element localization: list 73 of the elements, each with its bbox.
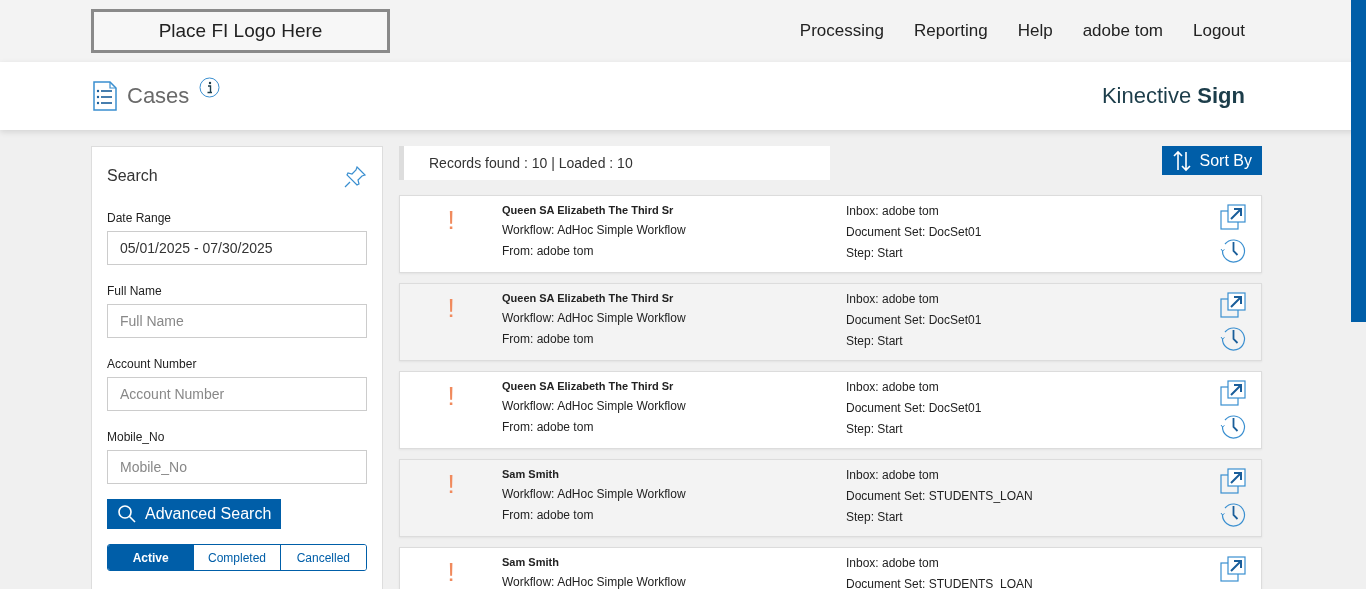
inbox-text: Inbox: adobe tom	[846, 468, 940, 482]
workflow-text: Workflow: AdHoc Simple Workflow	[502, 487, 687, 501]
search-icon	[117, 504, 137, 524]
inbox-text: Inbox: adobe tom	[846, 380, 940, 394]
document-set-text: Document Set: DocSet01	[846, 313, 983, 327]
inbox-text: Inbox: adobe tom	[846, 204, 940, 218]
from-text: From: adobe tom	[502, 244, 595, 258]
status-tab[interactable]: Active	[108, 545, 194, 570]
field-label: Mobile_No	[107, 430, 166, 444]
sort-arrows-icon	[1171, 149, 1192, 172]
open-external-icon[interactable]	[1220, 204, 1247, 231]
from-text: From: adobe tom	[502, 332, 595, 346]
step-text: Step: Start	[846, 334, 904, 348]
input-field[interactable]: 05/01/2025 - 07/30/2025	[107, 231, 367, 265]
list-document-icon	[93, 81, 117, 111]
case-name: Queen SA Elizabeth The Third Sr	[502, 204, 675, 216]
alert-icon: !	[400, 556, 502, 589]
document-set-text: Document Set: STUDENTS_LOAN	[846, 489, 1034, 503]
logo-frame: Place FI Logo Here	[91, 9, 390, 53]
field-label: Full Name	[107, 284, 163, 298]
pin-icon[interactable]	[343, 165, 367, 189]
workflow-text: Workflow: AdHoc Simple Workflow	[502, 311, 687, 325]
step-text: Step: Start	[846, 422, 904, 436]
nav-link[interactable]: Logout	[1193, 21, 1245, 41]
nav-link[interactable]: adobe tom	[1082, 21, 1163, 41]
history-clock-icon[interactable]	[1220, 325, 1247, 352]
step-text: Step: Start	[846, 246, 904, 260]
status-tab[interactable]: Cancelled	[279, 545, 366, 570]
advanced-search-button[interactable]: Advanced Search	[107, 499, 282, 529]
input-field[interactable]: Full Name	[107, 304, 367, 338]
history-clock-icon[interactable]	[1220, 237, 1247, 264]
input-field[interactable]: Account Number	[107, 377, 367, 411]
alert-icon: !	[400, 380, 502, 448]
case-name: Sam Smith	[502, 556, 560, 568]
page-title: Cases	[127, 83, 190, 109]
document-set-text: Document Set: DocSet01	[846, 401, 983, 415]
panel-title: Search	[107, 167, 158, 185]
case-name: Queen SA Elizabeth The Third Sr	[502, 292, 675, 304]
field-label: Account Number	[107, 357, 198, 371]
nav-link[interactable]: Help	[1017, 21, 1053, 41]
case-card[interactable]: ! Queen SA Elizabeth The Third Sr Workflow: AdHoc Simple Workflow From: adobe tom Inbox: adobe tom Document Set: DocSet01 Step: Start	[399, 283, 1262, 361]
inbox-text: Inbox: adobe tom	[846, 556, 940, 570]
nav-link[interactable]: Processing	[799, 21, 884, 41]
sort-button[interactable]: Sort By	[1161, 146, 1262, 175]
workflow-text: Workflow: AdHoc Simple Workflow	[502, 575, 687, 589]
case-name: Sam Smith	[502, 468, 560, 480]
field-label: Date Range	[107, 211, 173, 225]
from-text: From: adobe tom	[502, 508, 595, 522]
inbox-text: Inbox: adobe tom	[846, 292, 940, 306]
case-card[interactable]: ! Sam Smith Workflow: AdHoc Simple Workflow From: adobe tom Inbox: adobe tom Document Set: STUDENTS_LOAN Step: Start	[399, 459, 1262, 537]
alert-icon: !	[400, 468, 502, 536]
from-text: From: adobe tom	[502, 420, 595, 434]
nav-link[interactable]: Reporting	[913, 21, 988, 41]
step-text: Step: Start	[846, 510, 904, 524]
records-summary: Records found : 10 | Loaded : 10	[399, 146, 830, 180]
info-icon[interactable]	[199, 77, 221, 98]
case-card[interactable]: ! Queen SA Elizabeth The Third Sr Workflow: AdHoc Simple Workflow From: adobe tom Inbox: adobe tom Document Set: DocSet01 Step: Start	[399, 371, 1262, 449]
scrollbar[interactable]	[1351, 0, 1366, 322]
case-card[interactable]: ! Queen SA Elizabeth The Third Sr Workflow: AdHoc Simple Workflow From: adobe tom Inbox: adobe tom Document Set: DocSet01 Step: Start	[399, 195, 1262, 273]
history-clock-icon[interactable]	[1220, 501, 1247, 528]
workflow-text: Workflow: AdHoc Simple Workflow	[502, 399, 687, 413]
open-external-icon[interactable]	[1220, 292, 1247, 319]
alert-icon: !	[400, 292, 502, 360]
open-external-icon[interactable]	[1220, 556, 1247, 583]
alert-icon: !	[400, 204, 502, 272]
case-name: Queen SA Elizabeth The Third Sr	[502, 380, 675, 392]
history-clock-icon[interactable]	[1220, 413, 1247, 440]
workflow-text: Workflow: AdHoc Simple Workflow	[502, 223, 687, 237]
input-field[interactable]: Mobile_No	[107, 450, 367, 484]
open-external-icon[interactable]	[1220, 468, 1247, 495]
open-external-icon[interactable]	[1220, 380, 1247, 407]
brand-name: Kinective Sign	[1101, 83, 1245, 109]
document-set-text: Document Set: DocSet01	[846, 225, 983, 239]
